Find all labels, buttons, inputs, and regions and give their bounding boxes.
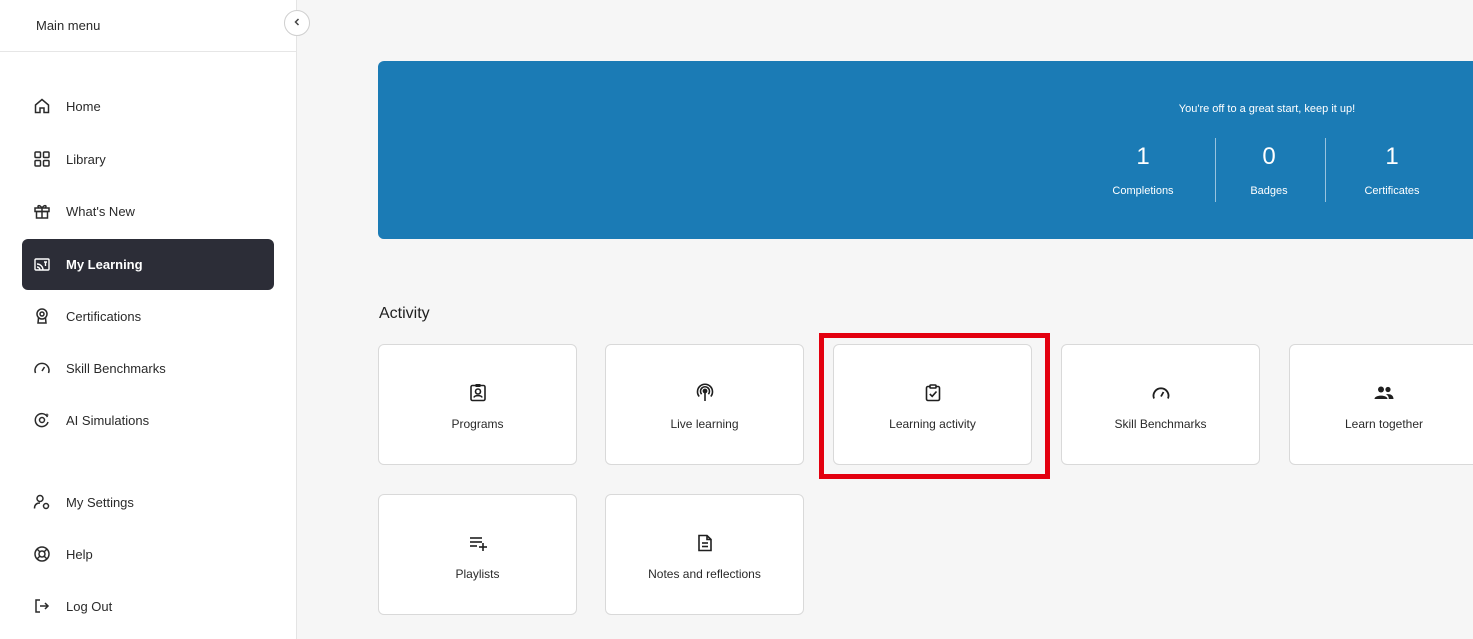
stat-completions: 1 Completions [1088,142,1198,197]
sidebar-item-my-settings[interactable]: My Settings [22,478,274,526]
card-live-learning[interactable]: Live learning [605,344,804,465]
sidebar-item-home[interactable]: Home [22,82,274,130]
sidebar-item-label: My Settings [66,494,134,510]
gauge-icon [32,358,52,378]
sidebar-header: Main menu [0,0,296,52]
award-icon [32,306,52,326]
stat-label: Completions [1112,185,1174,197]
stat-certificates: 1 Certificates [1337,142,1447,197]
stat-value: 1 [1385,143,1399,170]
card-label: Skill Benchmarks [1114,417,1207,431]
home-icon [32,96,52,116]
playlist-add-icon [379,531,576,555]
note-icon [606,531,803,555]
sidebar-item-label: Skill Benchmarks [66,360,166,376]
gift-icon [32,201,52,221]
stat-label: Certificates [1364,185,1420,197]
activity-title: Activity [379,305,430,322]
group-icon [1290,381,1473,405]
card-learning-activity[interactable]: Learning activity [833,344,1032,465]
card-playlists[interactable]: Playlists [378,494,577,615]
card-label: Playlists [455,567,500,581]
log-out-icon [32,596,52,616]
broadcast-icon [606,381,803,405]
help-icon [32,544,52,564]
sidebar-item-log-out[interactable]: Log Out [22,582,274,630]
stat-divider [1325,138,1326,202]
sidebar-item-label: Log Out [66,598,113,614]
sidebar-item-whats-new[interactable]: What's New [22,187,274,235]
sidebar-item-help[interactable]: Help [22,530,274,578]
sidebar-item-label: AI Simulations [66,412,150,428]
card-skill-benchmarks[interactable]: Skill Benchmarks [1061,344,1260,465]
grid-icon [32,149,52,169]
sidebar-item-label: What's New [66,203,135,219]
banner-message: You're off to a great start, keep it up! [1178,103,1356,115]
sidebar-item-label: Certifications [66,308,142,324]
sidebar: Main menu Home Library What's New My Lea… [0,0,297,639]
sidebar-item-label: Help [66,546,93,562]
my-learning-icon [32,255,52,275]
sidebar-item-label: Home [66,98,101,114]
stat-label: Badges [1250,185,1288,197]
card-learn-together[interactable]: Learn together [1289,344,1473,465]
card-programs[interactable]: Programs [378,344,577,465]
gauge-icon [1062,381,1259,405]
program-icon [379,381,576,405]
clipboard-check-icon [834,381,1031,405]
sidebar-item-label: Library [66,151,106,167]
card-label: Learn together [1344,417,1424,431]
card-notes-and-reflections[interactable]: Notes and reflections [605,494,804,615]
sidebar-item-my-learning[interactable]: My Learning [22,239,274,290]
sidebar-item-label: My Learning [66,257,143,272]
card-label: Notes and reflections [648,567,761,581]
sidebar-item-certifications[interactable]: Certifications [22,292,274,340]
user-settings-icon [32,492,52,512]
ai-simulation-icon [32,410,52,430]
stat-value: 0 [1262,143,1276,170]
sidebar-item-ai-simulations[interactable]: AI Simulations [22,396,274,444]
card-label: Programs [451,417,504,431]
sidebar-item-skill-benchmarks[interactable]: Skill Benchmarks [22,344,274,392]
stat-badges: 0 Badges [1214,142,1324,197]
stat-value: 1 [1136,143,1150,170]
chevron-left-icon [292,14,302,32]
sidebar-item-library[interactable]: Library [22,135,274,183]
sidebar-collapse-button[interactable] [284,10,310,36]
sidebar-title: Main menu [36,18,101,33]
card-label: Live learning [670,417,739,431]
card-label: Learning activity [889,417,976,431]
